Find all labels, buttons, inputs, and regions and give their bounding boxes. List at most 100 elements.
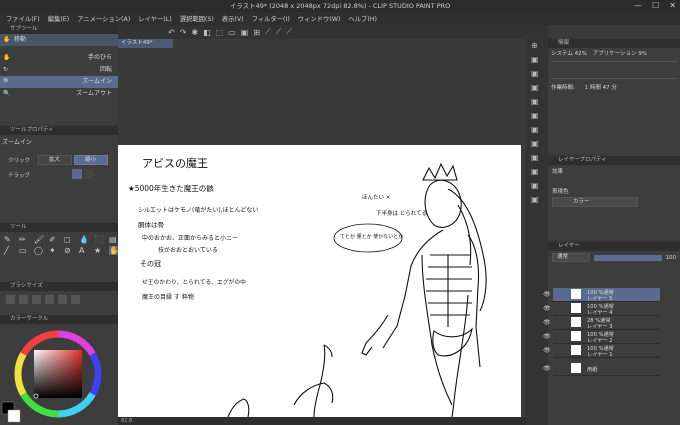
fill-tool-icon[interactable]: ⬛ (94, 235, 107, 244)
subtool-item-rotate[interactable]: ↻ 回転 (0, 64, 118, 76)
layer-name: 用紙 (587, 367, 598, 373)
menu-file[interactable]: ファイル(F) (6, 14, 40, 23)
color-circle-panel: カラーサークル (0, 315, 118, 425)
layer-thumbnail (571, 331, 581, 341)
menu-edit[interactable]: 編集(E) (48, 14, 70, 23)
material-icon[interactable]: ▣ (531, 139, 543, 148)
material-icon[interactable]: ▣ (531, 125, 543, 134)
drag-mode-alt-icon[interactable] (84, 169, 94, 179)
eyedropper-icon[interactable]: ⊘ (64, 246, 77, 255)
display-color-select[interactable]: カラー (552, 197, 638, 207)
subtool-item-zoom-in[interactable]: 🔍 ズームイン (0, 76, 118, 88)
layer-row[interactable]: 👁 100 %通常 レイヤー 4 (543, 302, 660, 316)
zoom-enlarge-option[interactable]: 拡大 (38, 155, 72, 165)
layer-row[interactable]: 👁 100 %通常 レイヤー 1 (543, 344, 660, 358)
brush-size-swatch[interactable] (45, 295, 54, 304)
visibility-eye-icon[interactable]: 👁 (543, 291, 551, 298)
zoom-out-icon: 🔍 (3, 90, 11, 97)
layer-row[interactable]: 👁 100 %通常 レイヤー 2 (543, 330, 660, 344)
layer-thumbnail (571, 317, 581, 327)
layer-thumbnail (571, 303, 581, 313)
visibility-eye-icon[interactable]: 👁 (543, 333, 551, 340)
snap2-icon[interactable]: ⟋ (286, 27, 292, 37)
magic-wand-icon[interactable]: ✦ (49, 246, 62, 255)
layer-row[interactable]: 👁 28 %通常 レイヤー 3 (543, 316, 660, 330)
line-icon[interactable]: ╱ (4, 246, 17, 255)
menu-window[interactable]: ウィンドウ(W) (298, 14, 341, 23)
visibility-eye-icon[interactable]: 👁 (543, 347, 551, 354)
airbrush-icon[interactable]: ✐ (49, 235, 62, 244)
brush-icon[interactable]: 🖌 (34, 235, 47, 244)
visibility-eye-icon[interactable]: 👁 (543, 319, 551, 326)
opacity-slider[interactable] (594, 254, 662, 261)
brush-size-swatch[interactable] (58, 295, 67, 304)
pencil-icon[interactable]: ✏ (19, 235, 32, 244)
status-bar: 82.8 (118, 417, 526, 425)
brush-size-header: ブラシサイズ (0, 282, 118, 291)
drawing-canvas[interactable]: アビスの魔王 ★5000年生きた魔王の骸 シルエットはケモノ(竜がたい),ほとん… (118, 145, 521, 417)
tool-property-panel: ツールプロパティ ズームイン クリック 拡大 縮小 ドラッグ (0, 126, 118, 222)
brush-size-swatch[interactable] (19, 295, 28, 304)
zoom-shrink-option[interactable]: 縮小 (74, 155, 108, 165)
visibility-eye-icon[interactable]: 👁 (543, 305, 551, 312)
brush-size-swatch[interactable] (71, 295, 80, 304)
blend-mode-select[interactable]: 通常 (552, 253, 590, 262)
clear-icon[interactable]: ✱ (191, 28, 198, 37)
deselect-icon[interactable]: ▭ (228, 28, 236, 37)
subtool-item-hand[interactable]: ✋ 手のひら (0, 52, 118, 64)
subtool-panel: サブツール ✋ 移動 ✋ 手のひら ↻ 回転 🔍 ズームイン 🔍 ズームアウト (0, 25, 118, 125)
canvas-background (118, 48, 526, 145)
ruler-icon[interactable]: ⟋ (265, 27, 271, 37)
layer-thumbnail (571, 289, 581, 299)
layer-row[interactable]: 👁 用紙 (543, 362, 660, 376)
menu-animation[interactable]: アニメーション(A) (77, 14, 130, 23)
rect-icon[interactable]: ▭ (19, 246, 32, 255)
tool-panel: ツール ✎ ✏ 🖌 ✐ ◻ 💧 ⬛ ▤ ╱ ▭ ◯ ✦ ⊘ A ★ ✋ (0, 223, 122, 281)
effect-label: 効果 (552, 169, 564, 175)
material-icon[interactable]: ▣ (531, 167, 543, 176)
document-tab[interactable]: イラスト49* (118, 39, 173, 48)
eraser-icon[interactable]: ◻ (64, 235, 77, 244)
pen-icon[interactable]: ✎ (4, 235, 17, 244)
star-icon[interactable]: ★ (94, 246, 107, 255)
undo-icon[interactable]: ↶ (168, 28, 175, 37)
menu-view[interactable]: 表示(V) (222, 14, 244, 23)
material-icon[interactable]: ▣ (531, 83, 543, 92)
menu-layer[interactable]: レイヤー(L) (138, 14, 171, 23)
menu-selection[interactable]: 選択範囲(S) (180, 14, 214, 23)
info-panel-header: 情報 (548, 39, 680, 48)
lasso-icon[interactable]: ◯ (34, 246, 47, 255)
minimize-button[interactable]: — (634, 0, 642, 12)
material-icon[interactable]: ▣ (531, 55, 543, 64)
material-icon[interactable]: ▣ (531, 195, 543, 204)
material-icon[interactable]: ▣ (531, 69, 543, 78)
drag-mode-icon[interactable] (72, 169, 82, 179)
material-icon[interactable]: ▣ (531, 111, 543, 120)
layer-row[interactable]: 👁 100 %通常 レイヤー 5 (543, 288, 660, 302)
navigator-icon[interactable]: ⊕ (531, 41, 543, 50)
text-icon[interactable]: A (79, 246, 92, 255)
subtool-group-move[interactable]: ✋ 移動 (0, 34, 118, 46)
blend-icon[interactable]: 💧 (79, 235, 92, 244)
close-button[interactable]: ✕ (669, 0, 676, 12)
material-icon[interactable]: ▣ (531, 181, 543, 190)
maximize-button[interactable]: ☐ (652, 0, 659, 12)
snap-icon[interactable]: ⟋ (276, 27, 282, 37)
document-tab-label: イラスト49* (121, 40, 153, 46)
visibility-eye-icon[interactable]: 👁 (543, 365, 551, 372)
display-color-label: 表現色 (552, 189, 569, 195)
material-icon[interactable]: ▣ (531, 153, 543, 162)
crop-icon[interactable]: ⊞ (253, 28, 260, 37)
material-icon[interactable]: ▣ (531, 97, 543, 106)
color-wheel[interactable] (0, 324, 118, 425)
brush-size-swatch[interactable] (32, 295, 41, 304)
menu-filter[interactable]: フィルター(I) (252, 14, 290, 23)
invert-icon[interactable]: ▣ (241, 28, 249, 37)
redo-icon[interactable]: ↷ (180, 28, 187, 37)
menu-help[interactable]: ヘルプ(H) (348, 14, 377, 23)
click-row: クリック 拡大 縮小 (0, 154, 118, 166)
brush-size-swatch[interactable] (6, 295, 15, 304)
subtool-item-zoom-out[interactable]: 🔍 ズームアウト (0, 88, 118, 100)
fill-icon[interactable]: ◧ (203, 28, 211, 37)
transform-icon[interactable]: ⬚ (216, 28, 224, 37)
